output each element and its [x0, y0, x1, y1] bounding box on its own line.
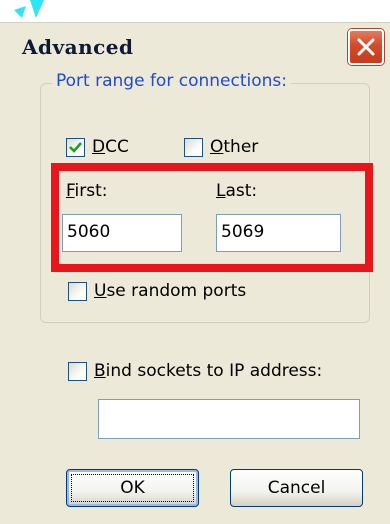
close-icon [357, 38, 375, 56]
other-label[interactable]: Other [210, 137, 258, 157]
dialog-title: Advanced [22, 35, 134, 59]
highlight-box [51, 163, 373, 272]
random-ports-checkbox[interactable] [68, 282, 87, 301]
dcc-checkbox[interactable] [66, 138, 85, 157]
checkmark-icon [69, 142, 82, 153]
focus-ring [71, 474, 194, 502]
other-checkbox[interactable] [184, 138, 203, 157]
port-range-legend: Port range for connections: [52, 71, 291, 91]
title-bar: Advanced [0, 23, 390, 70]
bind-sockets-checkbox[interactable] [68, 362, 87, 381]
bind-sockets-label[interactable]: Bind sockets to IP address: [94, 361, 322, 381]
ok-button[interactable]: OK [66, 469, 199, 507]
close-button[interactable] [348, 29, 384, 65]
cancel-button-label: Cancel [267, 478, 326, 498]
cancel-button[interactable]: Cancel [230, 469, 363, 507]
ip-address-input[interactable] [98, 399, 360, 439]
dcc-label[interactable]: DCC [92, 137, 129, 157]
random-ports-label[interactable]: Use random ports [94, 281, 246, 301]
